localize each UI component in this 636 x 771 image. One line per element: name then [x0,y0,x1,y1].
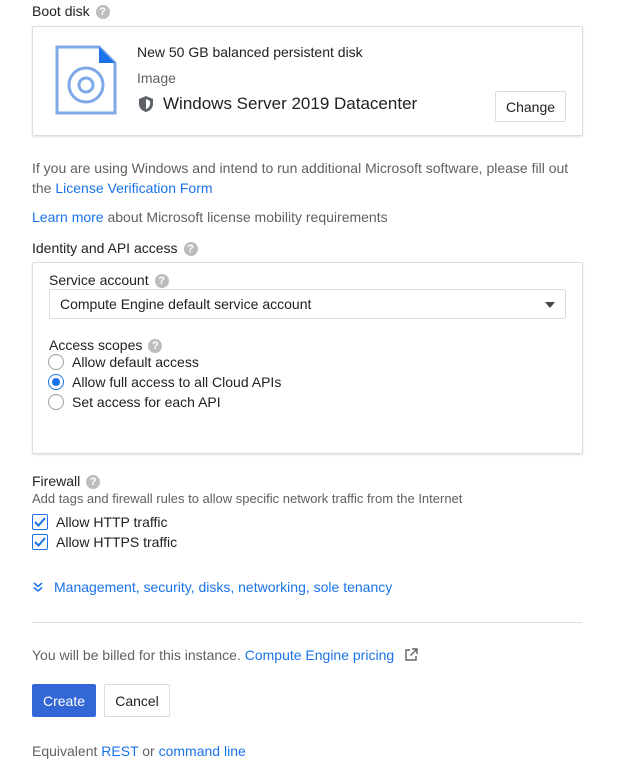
external-link-icon[interactable] [404,648,418,662]
double-chevron-down-icon [33,582,43,592]
equivalent-text: Equivalent REST or command line [32,743,246,759]
radio-default-access[interactable]: Allow default access [48,354,199,370]
radio-per-api-access[interactable]: Set access for each API [48,394,221,410]
service-account-label: Service account? [49,272,169,289]
management-expander[interactable]: Management, security, disks, networking,… [32,579,392,595]
help-icon[interactable]: ? [86,475,101,490]
dropdown-arrow-icon [545,302,555,308]
radio-button-selected[interactable] [48,374,64,390]
learn-more-link[interactable]: Learn more [32,209,104,225]
license-verification-link[interactable]: License Verification Form [55,180,212,196]
help-icon[interactable]: ? [154,274,169,289]
checkbox[interactable] [32,534,48,550]
checkbox-http[interactable]: Allow HTTP traffic [32,514,168,530]
checkmark-icon [34,537,46,547]
help-icon[interactable]: ? [95,5,110,20]
firewall-description: Add tags and firewall rules to allow spe… [32,491,463,506]
disk-name: New 50 GB balanced persistent disk [137,44,363,60]
radio-button[interactable] [48,354,64,370]
rest-link[interactable]: REST [101,743,138,759]
boot-disk-title: Boot disk? [32,3,110,20]
command-line-link[interactable]: command line [159,743,246,759]
create-button[interactable]: Create [32,684,96,717]
license-mobility-text: Learn more about Microsoft license mobil… [32,209,388,225]
help-icon[interactable]: ? [148,339,163,354]
disk-icon [55,45,117,115]
service-account-select[interactable]: Compute Engine default service account [49,289,566,319]
license-text: If you are using Windows and intend to r… [32,160,569,196]
cancel-button[interactable]: Cancel [104,684,170,717]
access-scopes-label: Access scopes? [49,337,163,354]
checkmark-icon [34,517,46,527]
management-link[interactable]: Management, security, disks, networking,… [54,579,392,595]
divider [32,622,582,623]
image-row: Windows Server 2019 Datacenter [137,94,417,114]
image-label: Image [137,70,176,86]
billing-text: You will be billed for this instance. Co… [32,647,418,663]
checkbox[interactable] [32,514,48,530]
change-button[interactable]: Change [495,91,566,122]
identity-title: Identity and API access? [32,240,198,257]
checkbox-https[interactable]: Allow HTTPS traffic [32,534,177,550]
shield-icon [139,96,153,112]
firewall-title: Firewall? [32,473,101,490]
radio-button[interactable] [48,394,64,410]
image-name: Windows Server 2019 Datacenter [163,94,418,113]
radio-full-access[interactable]: Allow full access to all Cloud APIs [48,374,281,390]
boot-disk-card: New 50 GB balanced persistent disk Image… [32,26,583,136]
pricing-link[interactable]: Compute Engine pricing [245,647,394,663]
help-icon[interactable]: ? [183,242,198,257]
